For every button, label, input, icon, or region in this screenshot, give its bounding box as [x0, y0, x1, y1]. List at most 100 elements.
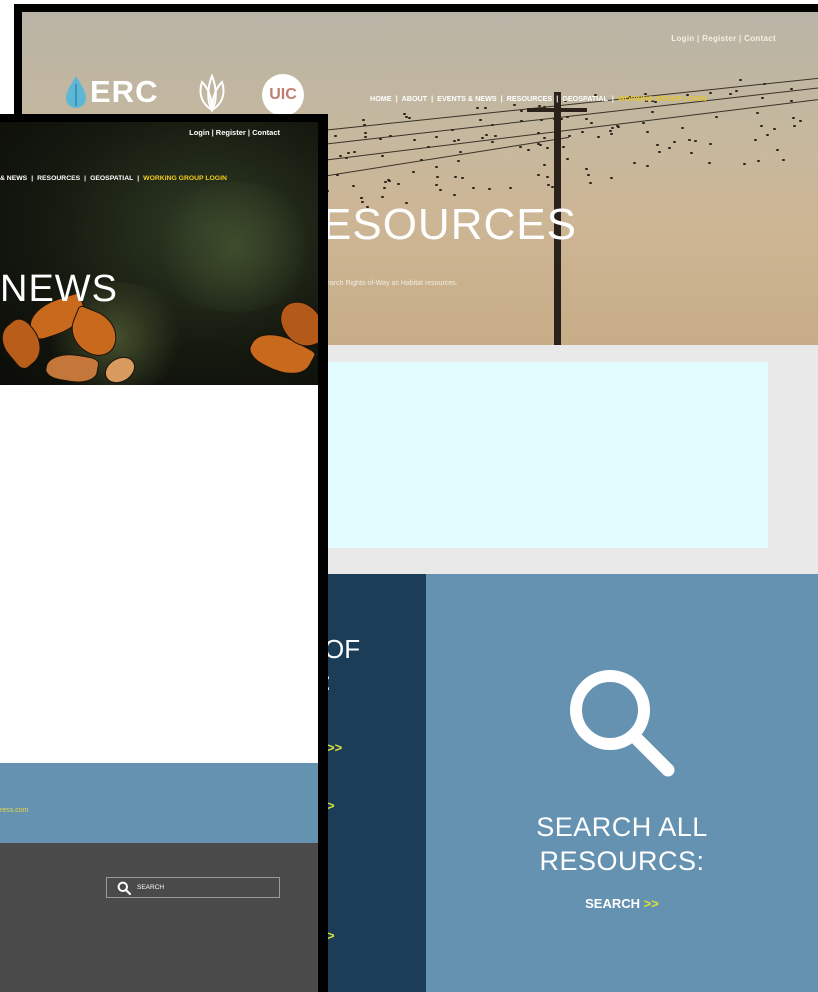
bird: [590, 122, 594, 125]
bird: [480, 136, 484, 139]
nav-separator: |: [84, 175, 87, 182]
bird: [402, 113, 406, 116]
bird: [546, 184, 550, 187]
browse-link-arrow[interactable]: >: [327, 928, 335, 943]
bird: [756, 111, 760, 114]
bird: [543, 164, 547, 167]
bird: [513, 103, 517, 106]
news-window: Login | Register | Contact & NEWS | RESOUR…: [0, 114, 328, 992]
footer-search-field[interactable]: SEARCH: [106, 877, 280, 898]
bird: [715, 115, 719, 118]
bird: [615, 125, 619, 128]
nav-separator: |: [500, 94, 503, 103]
bird: [413, 139, 417, 142]
top-links[interactable]: Login | Register | Contact: [671, 34, 776, 43]
bird: [384, 180, 388, 183]
bird: [461, 176, 465, 179]
nav-item-working-group-login[interactable]: WORKING GROUP LOGIN: [618, 94, 707, 103]
footer: SEARCH: [0, 843, 318, 992]
bird: [333, 134, 337, 137]
bird: [776, 149, 780, 152]
bird: [585, 118, 589, 121]
bird: [586, 174, 590, 177]
browse-heading-line1: OF: [324, 634, 361, 664]
search-icon: [117, 881, 131, 895]
page-title: NEWS: [0, 268, 118, 310]
nav-item-working-group-login[interactable]: WORKING GROUP LOGIN: [143, 175, 227, 182]
bird: [585, 167, 589, 170]
bird: [742, 162, 746, 165]
bird: [580, 131, 584, 134]
nav-item-about[interactable]: ABOUT: [402, 94, 428, 103]
nav-item-geospatial[interactable]: GEOSPATIAL: [562, 94, 608, 103]
search-link-arrow: >>: [643, 896, 659, 911]
browse-link-arrow[interactable]: >>: [327, 740, 342, 755]
bird: [596, 135, 600, 138]
bird: [565, 158, 569, 161]
nav-item-resources[interactable]: RESOURCES: [37, 175, 80, 182]
search-all-heading: SEARCH ALL RESOURCS:: [426, 810, 818, 878]
bird: [457, 138, 461, 141]
nav-item-geospatial[interactable]: GEOSPATIAL: [90, 175, 133, 182]
bird: [545, 175, 549, 178]
bird: [646, 131, 650, 134]
bird: [451, 129, 455, 132]
search-all-heading-line1: SEARCH ALL: [536, 812, 708, 842]
bird: [709, 143, 713, 146]
nav-item-news[interactable]: & NEWS: [0, 175, 27, 182]
page-title: ESOURCES: [322, 200, 577, 249]
contact-band: ress.com: [0, 763, 318, 843]
bird: [408, 117, 412, 119]
bird: [490, 140, 494, 143]
bird: [798, 119, 802, 122]
browse-link-arrow[interactable]: >: [327, 798, 335, 813]
bird: [381, 155, 385, 158]
info-box: [324, 362, 768, 548]
nav-item-resources[interactable]: RESOURCES: [507, 94, 553, 103]
bird: [494, 134, 498, 137]
bird: [754, 139, 758, 142]
bird: [735, 89, 739, 92]
bird: [471, 187, 475, 190]
search-all-heading-line2: RESOURCS:: [539, 846, 705, 876]
bird: [739, 78, 743, 81]
bird: [452, 193, 456, 196]
bird: [790, 87, 794, 90]
bird: [651, 111, 655, 114]
bird: [485, 134, 489, 137]
bird: [353, 150, 357, 153]
bird: [728, 93, 732, 96]
bird: [487, 187, 491, 190]
erc-logo[interactable]: ERC: [66, 74, 158, 110]
bird: [436, 176, 440, 179]
bird: [566, 116, 570, 119]
bird: [641, 122, 645, 125]
bird: [386, 178, 390, 181]
bird: [476, 106, 480, 109]
bird: [380, 196, 384, 199]
bird: [388, 134, 392, 137]
bird: [434, 136, 438, 139]
bird: [359, 197, 363, 200]
bird: [336, 174, 340, 177]
power-line: [321, 136, 570, 177]
leaf-logo-icon[interactable]: [192, 74, 232, 112]
nav-separator: |: [611, 94, 614, 103]
bird: [454, 176, 458, 179]
top-links[interactable]: Login | Register | Contact: [189, 128, 280, 137]
nav-item-home[interactable]: HOME: [370, 94, 392, 103]
search-all-panel: SEARCH ALL RESOURCS: SEARCH >>: [426, 574, 818, 992]
uic-logo[interactable]: UIC: [262, 74, 304, 116]
bird: [537, 173, 541, 176]
bird: [536, 142, 540, 145]
bird: [453, 139, 457, 142]
bird: [609, 132, 613, 135]
bird: [545, 147, 549, 150]
bird: [645, 164, 649, 167]
website-link[interactable]: ress.com: [0, 807, 28, 814]
search-icon[interactable]: [566, 666, 676, 778]
search-link[interactable]: SEARCH >>: [426, 896, 818, 911]
nav-item-events-news[interactable]: EVENTS & NEWS: [437, 94, 497, 103]
bird: [680, 126, 684, 129]
water-drop-icon: [66, 76, 86, 108]
